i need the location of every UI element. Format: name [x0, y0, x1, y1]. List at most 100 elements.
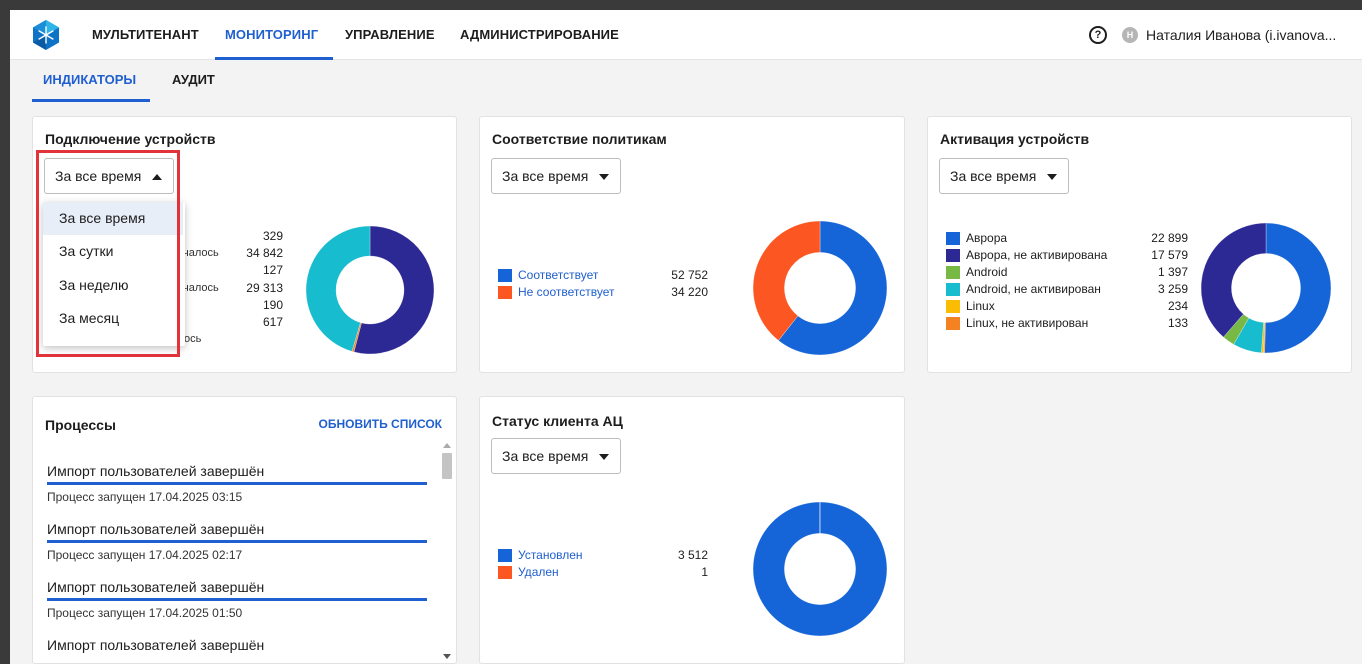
legend-swatch — [946, 232, 960, 245]
process-title[interactable]: Импорт пользователей завершён — [47, 579, 264, 595]
legend-label: Android — [966, 265, 1008, 279]
donut-slice[interactable] — [1200, 222, 1267, 338]
ac-client-status-donut-chart — [752, 501, 888, 637]
legend-item[interactable]: Не соответствует 34 220 — [498, 284, 708, 300]
nav-active-indicator — [215, 57, 333, 60]
legend-swatch — [946, 266, 960, 279]
legend-item[interactable]: Android, не активирован 3 259 — [946, 281, 1188, 297]
legend-value: 329 — [262, 229, 283, 243]
legend-value: 52 752 — [671, 268, 708, 282]
select-value: За все время — [502, 168, 589, 184]
process-progress-bar — [47, 540, 427, 543]
legend-item[interactable]: Аврора 22 899 — [946, 230, 1188, 246]
tab-active-indicator — [32, 99, 150, 102]
caret-down-icon — [1047, 174, 1057, 180]
tab-audit[interactable]: АУДИТ — [172, 72, 215, 87]
legend-item[interactable]: Установлен 3 512 — [498, 547, 708, 563]
legend-value: 3 512 — [677, 548, 708, 562]
process-progress-bar — [47, 598, 427, 601]
nav-administration[interactable]: АДМИНИСТРИРОВАНИЕ — [460, 10, 619, 60]
nav-management[interactable]: УПРАВЛЕНИЕ — [345, 10, 435, 60]
period-select[interactable]: За все время — [491, 158, 621, 194]
card-title: Соответствие политикам — [492, 131, 667, 147]
process-title[interactable]: Импорт пользователей завершён — [47, 463, 264, 479]
policy-compliance-donut-chart — [752, 220, 888, 356]
legend-label: Соответствует — [518, 268, 599, 282]
legend-item[interactable]: Linux, не активирован 133 — [946, 315, 1188, 331]
nav-monitoring[interactable]: МОНИТОРИНГ — [225, 10, 318, 60]
highlight-annotation-box — [36, 150, 180, 357]
legend-value: 234 — [1167, 299, 1188, 313]
processes-card: Процессы ОБНОВИТЬ СПИСОК Импорт пользова… — [32, 396, 457, 664]
legend-item[interactable]: Соответствует 52 752 — [498, 267, 708, 283]
legend-label: Установлен — [518, 548, 583, 562]
select-value: За все время — [950, 168, 1037, 184]
legend-label: Удален — [518, 565, 559, 579]
legend-value: 190 — [262, 298, 283, 312]
card-title: Подключение устройств — [45, 131, 216, 147]
scroll-up-icon[interactable] — [443, 443, 451, 448]
process-subtitle: Процесс запущен 17.04.2025 01:50 — [47, 606, 243, 620]
top-navigation-bar: МУЛЬТИТЕНАНТ МОНИТОРИНГ УПРАВЛЕНИЕ АДМИН… — [10, 10, 1362, 60]
legend-value: 34 842 — [246, 246, 283, 260]
legend-value: 29 313 — [246, 281, 283, 295]
legend-value: 1 397 — [1157, 265, 1188, 279]
device-activation-donut-chart — [1200, 222, 1332, 354]
donut-slice[interactable] — [1264, 222, 1332, 354]
legend-swatch — [498, 566, 512, 579]
device-connection-donut-chart — [305, 225, 435, 355]
nav-multitenant[interactable]: МУЛЬТИТЕНАНТ — [92, 10, 199, 60]
tab-indicators[interactable]: ИНДИКАТОРЫ — [43, 72, 136, 87]
legend-item[interactable]: Удален 1 — [498, 564, 708, 580]
legend-label: Аврора — [966, 231, 1008, 245]
period-select[interactable]: За все время — [939, 158, 1069, 194]
help-icon[interactable]: ? — [1089, 26, 1107, 44]
legend-item[interactable]: Аврора, не активирована 17 579 — [946, 247, 1188, 263]
process-title[interactable]: Импорт пользователей завершён — [47, 637, 264, 653]
process-title[interactable]: Импорт пользователей завершён — [47, 521, 264, 537]
caret-down-icon — [599, 174, 609, 180]
policy-compliance-card: Соответствие политикам За все время Соот… — [479, 116, 905, 373]
user-name[interactable]: Наталия Иванова (i.ivanova... — [1146, 10, 1360, 60]
scroll-thumb[interactable] — [442, 453, 452, 479]
legend-label: Android, не активирован — [966, 282, 1101, 296]
process-subtitle: Процесс запущен 17.04.2025 02:17 — [47, 548, 243, 562]
legend-label: Аврора, не активирована — [966, 248, 1108, 262]
legend-swatch — [946, 317, 960, 330]
legend-swatch — [498, 549, 512, 562]
legend-swatch — [946, 300, 960, 313]
legend-label: Linux, не активирован — [966, 316, 1089, 330]
scroll-down-icon[interactable] — [443, 654, 451, 659]
app-logo-icon[interactable] — [30, 19, 62, 51]
device-activation-card: Активация устройств За все время Аврора … — [927, 116, 1352, 373]
legend-value: 3 259 — [1157, 282, 1188, 296]
card-title: Процессы — [45, 417, 116, 433]
legend-value: 127 — [262, 263, 283, 277]
legend-label: Не соответствует — [518, 285, 615, 299]
legend-value: 17 579 — [1151, 248, 1188, 262]
legend-item[interactable]: Android 1 397 — [946, 264, 1188, 280]
process-progress-bar — [47, 482, 427, 485]
caret-down-icon — [599, 454, 609, 460]
legend-value: 34 220 — [671, 285, 708, 299]
legend-value: 1 — [701, 565, 708, 579]
refresh-list-button[interactable]: ОБНОВИТЬ СПИСОК — [319, 417, 442, 431]
card-title: Статус клиента АЦ — [492, 413, 623, 429]
legend-label: Linux — [966, 299, 995, 313]
app-window: МУЛЬТИТЕНАНТ МОНИТОРИНГ УПРАВЛЕНИЕ АДМИН… — [10, 10, 1362, 664]
period-select[interactable]: За все время — [491, 438, 621, 474]
legend-item[interactable]: Linux 234 — [946, 298, 1188, 314]
scrollbar[interactable] — [440, 441, 454, 663]
legend-swatch — [498, 286, 512, 299]
legend-value: 617 — [262, 315, 283, 329]
select-value: За все время — [502, 448, 589, 464]
ac-client-status-card: Статус клиента АЦ За все время Установле… — [479, 396, 905, 664]
legend-value: 133 — [1167, 316, 1188, 330]
process-subtitle: Процесс запущен 17.04.2025 03:15 — [47, 490, 243, 504]
legend-swatch — [946, 283, 960, 296]
legend-swatch — [946, 249, 960, 262]
avatar[interactable]: Н — [1122, 27, 1138, 43]
legend-swatch — [498, 269, 512, 282]
card-title: Активация устройств — [940, 131, 1090, 147]
legend-value: 22 899 — [1151, 231, 1188, 245]
